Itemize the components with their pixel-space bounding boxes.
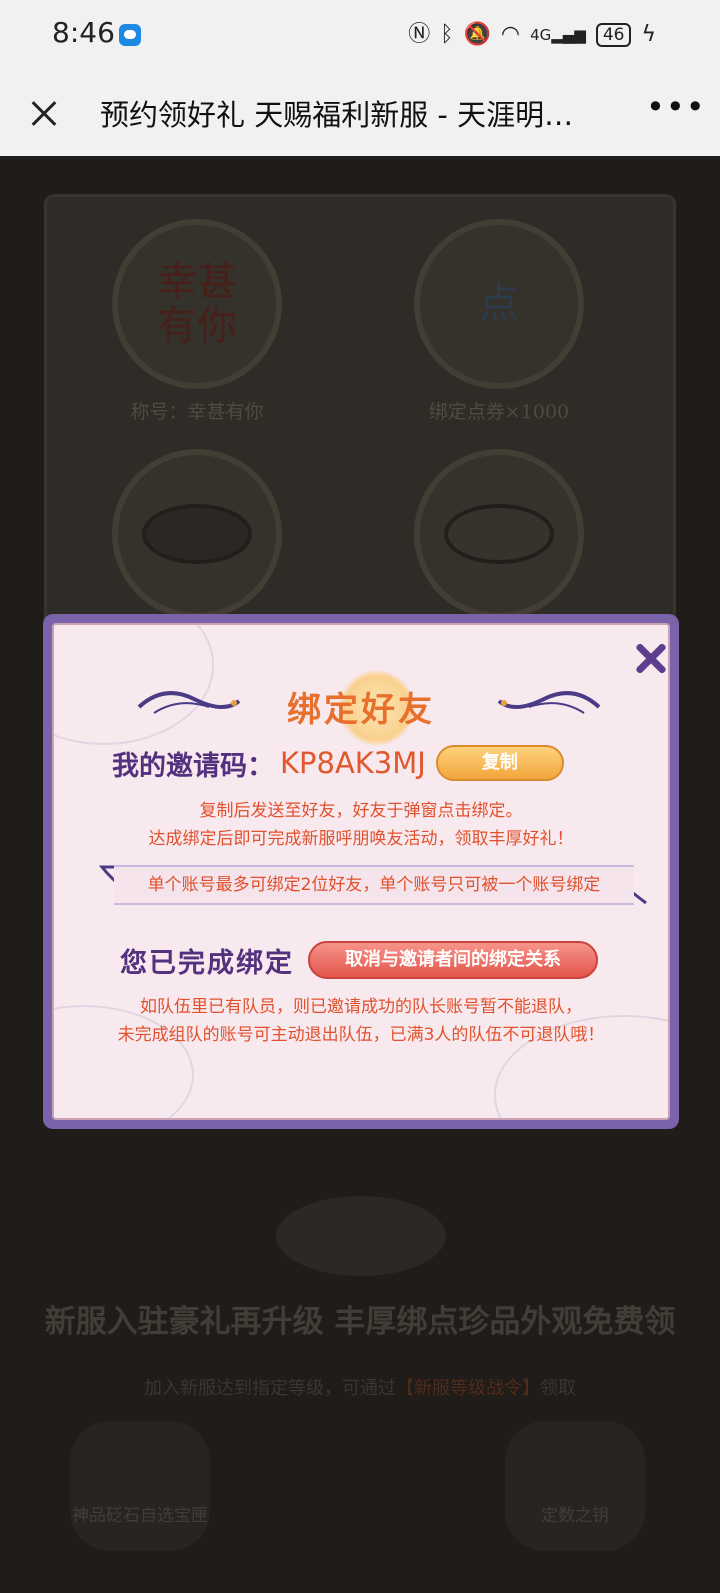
charging-icon: ϟ [641,22,656,47]
modal-body: 绑定好友 我的邀请码： KP8AK3MJ 复制 复制后发送至好友，好友于弹窗点击… [52,623,670,1120]
bound-status-row: 您已完成绑定 取消与邀请者间的绑定关系 [120,938,598,982]
copy-button[interactable]: 复制 [435,745,564,781]
status-icons: Ⓝ ᛒ 🔕 ◠ 4G▂▄▆ 46 ϟ [408,20,656,50]
modal-title: 绑定好友 [287,690,435,730]
network-type: 4G [530,26,552,44]
instruction-line-1: 复制后发送至好友，好友于弹窗点击绑定。 [199,801,523,821]
instruction-line-2: 达成绑定后即可完成新服呼朋唤友活动，领取丰厚好礼！ [148,829,574,849]
status-time: 8:46 [52,16,115,49]
invite-code-value: KP8AK3MJ [280,746,426,780]
nfc-icon: Ⓝ [408,22,431,47]
more-options-icon[interactable]: ••• [646,88,705,138]
invite-code-row: 我的邀请码： KP8AK3MJ 复制 [112,741,564,785]
page-title: 预约领好礼 天赐福利新服 - 天涯明… [100,98,574,132]
bluetooth-icon: ᛒ [440,22,454,47]
battery-level: 46 [602,25,625,45]
bound-status-label: 您已完成绑定 [120,947,294,979]
status-bar: 8:46 Ⓝ ᛒ 🔕 ◠ 4G▂▄▆ 46 ϟ [0,0,720,70]
wifi-icon: ◠ [500,22,521,47]
unbind-button[interactable]: 取消与邀请者间的绑定关系 [308,941,598,979]
mute-icon: 🔕 [463,22,491,47]
bind-friend-modal: 绑定好友 我的邀请码： KP8AK3MJ 复制 复制后发送至好友，好友于弹窗点击… [43,614,679,1129]
signal-icon: 4G▂▄▆ [530,26,586,44]
battery-icon: 46 [595,23,632,47]
team-note-line-1: 如队伍里已有队员，则已邀请成功的队长账号暂不能退队， [140,997,582,1017]
close-icon[interactable] [632,639,668,677]
close-icon[interactable] [14,83,74,143]
team-note-line-2: 未完成组队的账号可主动退出队伍，已满3人的队伍不可退队哦！ [117,1025,605,1045]
binding-limit-banner: 单个账号最多可绑定2位好友，单个账号只可被一个账号绑定 [114,865,634,905]
nav-bar: 预约领好礼 天赐福利新服 - 天涯明… ••• [0,70,720,156]
invite-code-label: 我的邀请码： [112,750,274,782]
message-app-icon [119,24,141,46]
